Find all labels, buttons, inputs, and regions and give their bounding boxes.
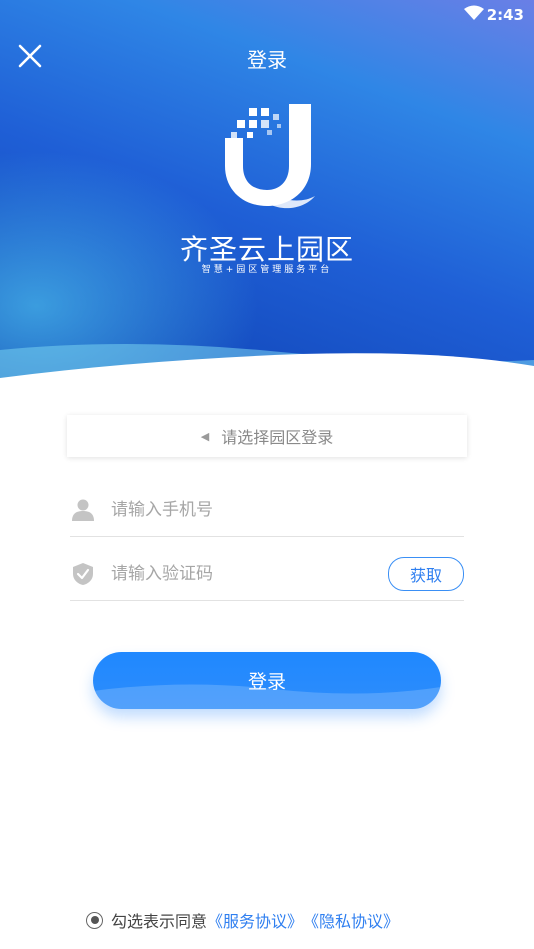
- phone-input[interactable]: [109, 499, 464, 521]
- verification-code-input[interactable]: [109, 563, 388, 585]
- privacy-agreement-link[interactable]: 《隐私协议》: [303, 908, 399, 932]
- header-wave: [0, 344, 534, 390]
- park-select-label: 请选择园区登录: [221, 428, 334, 447]
- wifi-icon: [464, 5, 484, 25]
- shield-check-icon: [73, 563, 93, 585]
- phone-field: [70, 484, 464, 537]
- code-field: 获取: [70, 548, 464, 601]
- get-code-button[interactable]: 获取: [388, 557, 464, 591]
- header-banner: 2:43 登录 齐圣云上园区 智慧+园区管理服务平台: [0, 0, 534, 390]
- service-agreement-link[interactable]: 《服务协议》: [207, 908, 303, 932]
- agree-radio[interactable]: [86, 911, 103, 929]
- user-icon: [72, 499, 94, 521]
- status-time: 2:43: [486, 6, 524, 24]
- agreement-row: 勾选表示同意 《服务协议》 《隐私协议》: [86, 908, 399, 932]
- agreement-text: 勾选表示同意: [111, 912, 208, 931]
- caret-left-icon: ◀: [200, 429, 210, 443]
- radio-dot: [90, 916, 99, 924]
- brand-subtitle: 智慧+园区管理服务平台: [201, 265, 333, 275]
- park-select-dropdown[interactable]: ◀ 请选择园区登录: [67, 415, 467, 457]
- page-title: 登录: [247, 48, 287, 72]
- brand-logo-icon: [225, 104, 315, 209]
- status-bar: 2:43: [0, 0, 534, 28]
- login-button-label: 登录: [247, 671, 286, 693]
- login-button[interactable]: 登录: [93, 652, 441, 709]
